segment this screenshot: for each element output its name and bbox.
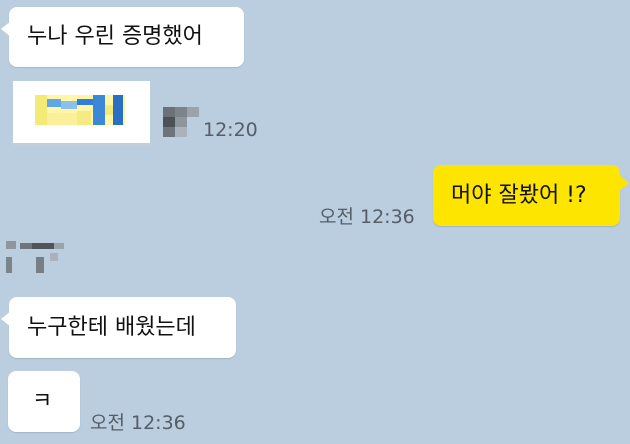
- message-text: 누나 우린 증명했어: [27, 24, 203, 49]
- pixelated-sender-name-icon: [6, 241, 64, 273]
- image-attachment-thumbnail[interactable]: [13, 81, 150, 146]
- incoming-message-bubble[interactable]: 누구한테 배웠는데: [1, 297, 236, 358]
- incoming-message-bubble[interactable]: 누나 우린 증명했어: [1, 7, 244, 67]
- message-text: 누구한테 배웠는데: [27, 314, 196, 340]
- incoming-message-bubble[interactable]: ㅋ: [8, 371, 80, 432]
- message-timestamp: 오전 12:36: [90, 412, 186, 434]
- pixelated-read-count-icon: [163, 107, 199, 137]
- blurred-image-icon: [35, 95, 125, 125]
- message-text: ㅋ: [32, 388, 53, 414]
- message-timestamp: 12:20: [203, 119, 258, 141]
- message-text: 머야 잘봤어 !?: [451, 182, 587, 208]
- message-timestamp: 오전 12:36: [319, 206, 415, 228]
- outgoing-message-bubble[interactable]: 머야 잘봤어 !?: [433, 165, 629, 226]
